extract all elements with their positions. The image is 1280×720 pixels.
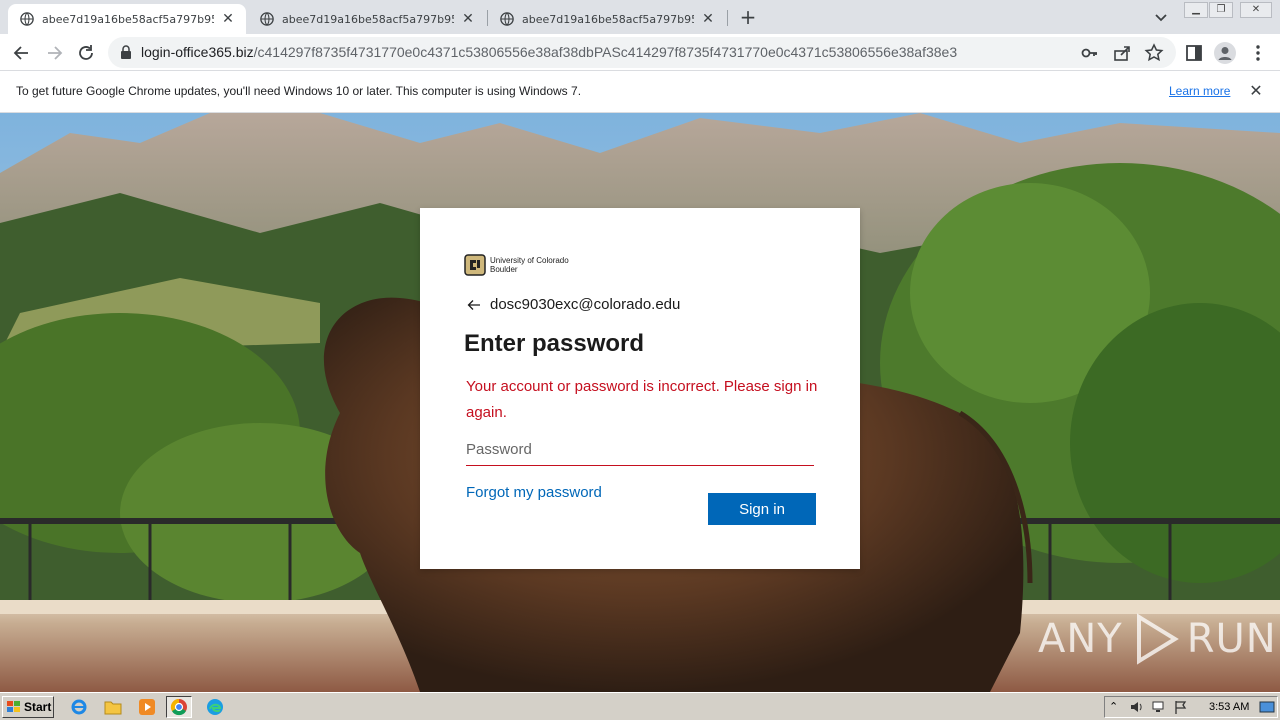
- file-explorer-icon: [104, 701, 122, 715]
- lock-icon[interactable]: [120, 45, 132, 59]
- close-tab-icon[interactable]: ✕: [220, 11, 236, 27]
- new-tab-button[interactable]: +: [737, 6, 759, 28]
- key-icon[interactable]: [1080, 43, 1100, 63]
- sign-in-button[interactable]: Sign in: [708, 493, 816, 525]
- start-button[interactable]: Start: [2, 696, 54, 718]
- tab-title: abee7d19a16be58acf5a797b95e34c: [522, 12, 694, 26]
- account-identity[interactable]: dosc9030exc@colorado.edu: [466, 296, 680, 313]
- windows-taskbar: Start ⌃ 3:53 AM: [0, 692, 1280, 720]
- browser-tab-2[interactable]: abee7d19a16be58acf5a797b95e34c ✕: [248, 4, 486, 34]
- reload-icon[interactable]: [76, 43, 96, 63]
- minimize-button[interactable]: ▁: [1184, 2, 1208, 18]
- org-line-2: Boulder: [490, 265, 518, 274]
- page-content: University of Colorado Boulder dosc9030e…: [0, 113, 1280, 692]
- globe-icon: [20, 12, 34, 26]
- show-desktop-icon[interactable]: [1259, 700, 1275, 714]
- signin-card: University of Colorado Boulder dosc9030e…: [420, 208, 860, 569]
- action-center-flag-icon[interactable]: [1173, 700, 1189, 714]
- tab-title: abee7d19a16be58acf5a797b95e34c: [42, 12, 214, 26]
- close-tab-icon[interactable]: ✕: [460, 11, 476, 27]
- address-bar[interactable]: login-office365.biz/c414297f8735f4731770…: [108, 37, 1176, 68]
- url-path: /c414297f8735f4731770e0c4371c53806556e38…: [253, 44, 958, 60]
- chevron-down-icon[interactable]: [1152, 8, 1170, 26]
- org-name: University of Colorado Boulder: [490, 256, 569, 274]
- page-title: Enter password: [464, 330, 645, 357]
- windows-flag-icon: [7, 701, 20, 712]
- volume-icon[interactable]: [1129, 700, 1145, 714]
- start-label: Start: [24, 700, 52, 714]
- close-infobar-icon[interactable]: ✕: [1247, 82, 1265, 100]
- tab-strip: abee7d19a16be58acf5a797b95e34c ✕ abee7d1…: [0, 0, 1280, 34]
- watermark-left: ANY: [1038, 616, 1123, 662]
- chrome-button[interactable]: [166, 696, 192, 718]
- bookmark-star-icon[interactable]: [1144, 43, 1164, 63]
- media-player-button[interactable]: [134, 696, 160, 718]
- chrome-icon: [170, 698, 187, 716]
- forgot-password-link[interactable]: Forgot my password: [466, 484, 602, 501]
- tab-divider: [727, 10, 728, 26]
- taskbar-clock[interactable]: 3:53 AM: [1209, 701, 1249, 713]
- cu-crest-icon: [464, 254, 486, 276]
- side-panel-icon[interactable]: [1184, 43, 1204, 63]
- edge-icon: [207, 699, 223, 715]
- internet-explorer-icon: [71, 699, 87, 715]
- edge-button[interactable]: [202, 696, 228, 718]
- url-text[interactable]: login-office365.biz/c414297f8735f4731770…: [141, 44, 957, 60]
- back-arrow-icon[interactable]: [466, 297, 482, 313]
- url-host: login-office365.biz: [141, 44, 254, 60]
- globe-icon: [260, 12, 274, 26]
- account-email: dosc9030exc@colorado.edu: [490, 296, 681, 313]
- org-line-1: University of Colorado: [490, 256, 569, 265]
- back-icon[interactable]: [12, 43, 32, 63]
- show-hidden-icons-icon[interactable]: ⌃: [1109, 700, 1125, 714]
- close-window-button[interactable]: ✕: [1240, 2, 1272, 18]
- maximize-button[interactable]: ❐: [1209, 2, 1233, 18]
- share-icon[interactable]: [1112, 43, 1132, 63]
- globe-icon: [500, 12, 514, 26]
- learn-more-link[interactable]: Learn more: [1169, 84, 1230, 98]
- password-input[interactable]: [466, 434, 814, 466]
- system-tray: ⌃ 3:53 AM: [1104, 696, 1278, 718]
- play-logo-icon: [1136, 613, 1179, 665]
- watermark-right: RUN: [1186, 616, 1277, 662]
- error-message: Your account or password is incorrect. P…: [466, 378, 818, 421]
- file-explorer-button[interactable]: [100, 696, 126, 718]
- profile-avatar-icon[interactable]: [1214, 42, 1236, 64]
- media-player-icon: [139, 699, 155, 715]
- anyrun-watermark: ANY RUN: [1038, 611, 1277, 667]
- infobar-message: To get future Google Chrome updates, you…: [16, 84, 582, 98]
- more-menu-icon[interactable]: [1248, 43, 1268, 63]
- org-logo: University of Colorado Boulder: [464, 254, 569, 276]
- update-infobar: To get future Google Chrome updates, you…: [0, 71, 1280, 113]
- internet-explorer-button[interactable]: [66, 696, 92, 718]
- forward-icon[interactable]: [44, 43, 64, 63]
- browser-toolbar: login-office365.biz/c414297f8735f4731770…: [0, 34, 1280, 71]
- network-icon[interactable]: [1151, 700, 1167, 714]
- tab-title: abee7d19a16be58acf5a797b95e34c: [282, 12, 454, 26]
- browser-tab-3[interactable]: abee7d19a16be58acf5a797b95e34c ✕: [488, 4, 726, 34]
- browser-tab-1[interactable]: abee7d19a16be58acf5a797b95e34c ✕: [8, 4, 246, 34]
- close-tab-icon[interactable]: ✕: [700, 11, 716, 27]
